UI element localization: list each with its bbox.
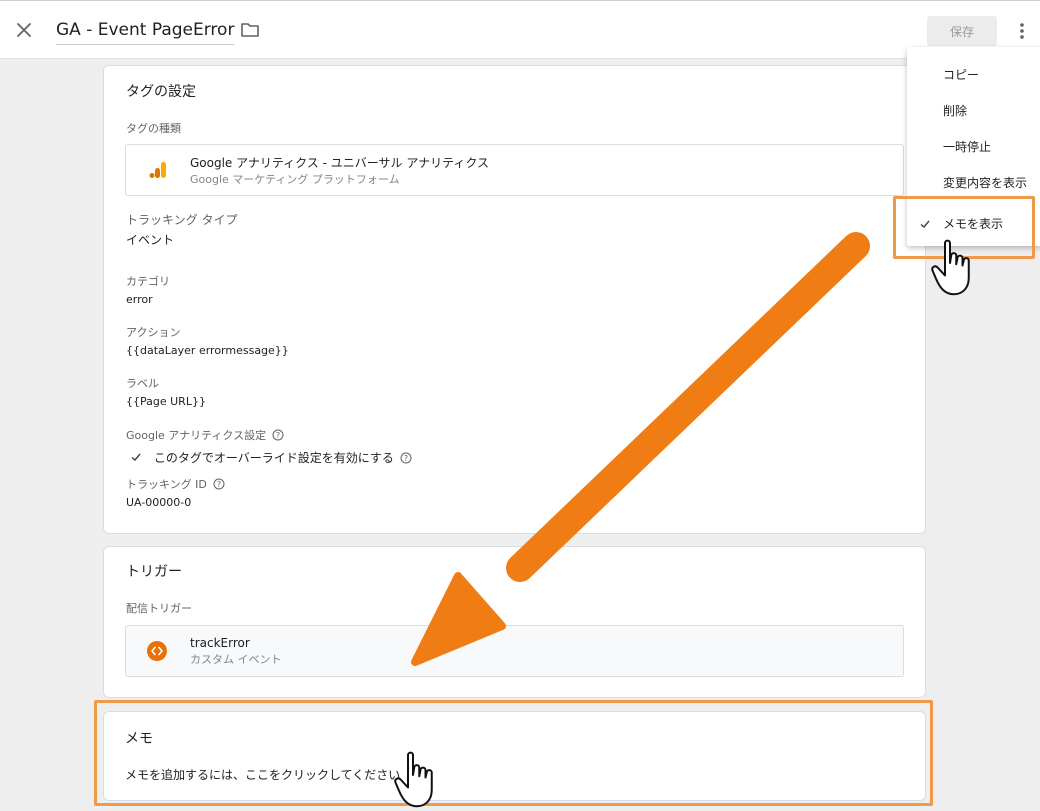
category-value: error xyxy=(126,293,153,306)
override-text: このタグでオーバーライド設定を有効にする xyxy=(153,451,394,465)
tracking-id-text: トラッキング ID xyxy=(126,478,207,491)
tracking-id-value: UA-00000-0 xyxy=(126,496,192,509)
tag-config-title: タグの設定 xyxy=(126,84,196,100)
tag-type-label: タグの種類 xyxy=(126,122,181,135)
help-icon[interactable]: ? xyxy=(272,429,284,441)
hand-cursor-icon xyxy=(394,751,433,808)
trigger-item[interactable]: trackError カスタム イベント xyxy=(125,625,904,677)
editor-header: GA - Event PageError 保存 xyxy=(0,0,1040,59)
check-icon xyxy=(131,453,141,461)
action-label: アクション xyxy=(126,326,181,339)
tracking-id-label: トラッキング ID? xyxy=(126,476,225,492)
notes-highlight-box xyxy=(94,700,933,806)
firing-triggers-label: 配信トリガー xyxy=(126,602,192,615)
close-icon[interactable] xyxy=(13,19,35,41)
menu-item-copy[interactable]: コピー xyxy=(943,66,979,83)
menu-item-delete[interactable]: 削除 xyxy=(943,102,967,119)
ga-settings-text: Google アナリティクス設定 xyxy=(126,429,267,442)
menu-item-pause[interactable]: 一時停止 xyxy=(943,138,991,155)
help-icon[interactable]: ? xyxy=(400,452,412,464)
trigger-type: カスタム イベント xyxy=(190,653,282,666)
custom-event-icon xyxy=(147,641,167,661)
folder-icon[interactable] xyxy=(240,21,260,39)
triggering-card[interactable]: トリガー 配信トリガー trackError カスタム イベント xyxy=(103,546,926,698)
tag-type-box[interactable]: Google アナリティクス - ユニバーサル アナリティクス Google マ… xyxy=(125,144,904,196)
tag-configuration-card[interactable]: タグの設定 タグの種類 Google アナリティクス - ユニバーサル アナリテ… xyxy=(103,65,926,534)
tracking-type-value: イベント xyxy=(126,233,175,247)
tag-type-vendor: Google マーケティング プラットフォーム xyxy=(190,173,400,186)
tracking-type-label: トラッキング タイプ xyxy=(126,213,238,227)
save-button[interactable]: 保存 xyxy=(927,16,997,46)
triggers-title: トリガー xyxy=(126,564,182,580)
svg-text:?: ? xyxy=(404,454,408,463)
tag-type-name: Google アナリティクス - ユニバーサル アナリティクス xyxy=(190,156,490,170)
action-value: {{dataLayer errormessage}} xyxy=(126,344,289,357)
help-icon[interactable]: ? xyxy=(213,478,225,490)
ga-settings-label: Google アナリティクス設定? xyxy=(126,427,284,443)
more-vert-icon[interactable] xyxy=(1014,21,1030,41)
category-label: カテゴリ xyxy=(126,275,170,288)
label-label: ラベル xyxy=(126,377,159,390)
google-analytics-icon xyxy=(149,162,166,178)
svg-text:?: ? xyxy=(276,431,280,440)
trigger-name: trackError xyxy=(190,636,250,650)
override-setting-row: このタグでオーバーライド設定を有効にする? xyxy=(130,449,412,466)
label-value: {{Page URL}} xyxy=(126,395,206,408)
tag-name-field[interactable]: GA - Event PageError xyxy=(56,20,235,45)
menu-item-show-changes[interactable]: 変更内容を表示 xyxy=(943,174,1027,191)
hand-cursor-icon xyxy=(931,239,970,296)
svg-text:?: ? xyxy=(217,480,221,489)
